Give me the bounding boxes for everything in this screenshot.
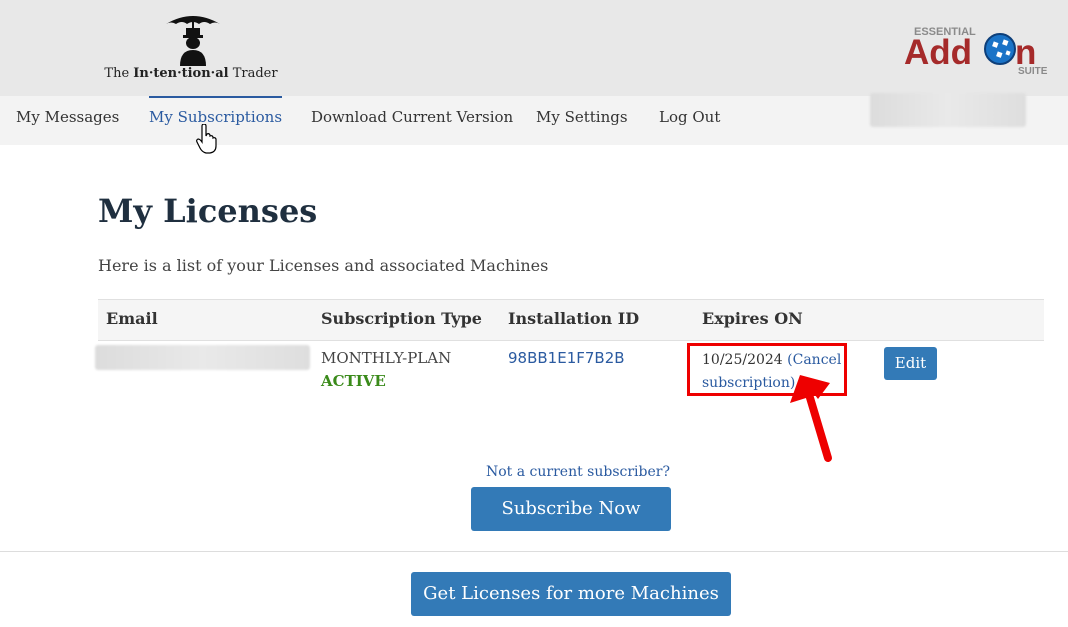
redacted-email — [95, 345, 310, 370]
subscription-plan: MONTHLY-PLAN — [321, 349, 452, 367]
addon-bottom-text: SUITE — [1018, 66, 1048, 77]
hand-pointer-icon — [196, 124, 217, 154]
page-subtitle: Here is a list of your Licenses and asso… — [98, 256, 549, 275]
licenses-table-header: Email Subscription Type Installation ID … — [98, 299, 1044, 341]
logo-prefix: The — [104, 66, 134, 81]
col-subscription-type: Subscription Type — [321, 309, 482, 328]
essential-addon-suite-logo[interactable]: ESSENTIAL Add n SUITE — [900, 22, 1048, 80]
not-subscriber-link[interactable]: Not a current subscriber? — [486, 464, 670, 480]
installation-id-link[interactable]: 98BB1E1F7B2B — [508, 349, 625, 367]
status-badge: ACTIVE — [321, 372, 386, 390]
subscribe-now-button[interactable]: Subscribe Now — [471, 487, 671, 531]
redacted-user-info — [870, 93, 1026, 127]
nav-my-settings[interactable]: My Settings — [536, 96, 628, 145]
col-expires-on: Expires ON — [702, 309, 803, 328]
umbrella-man-icon — [166, 16, 220, 66]
edit-button[interactable]: Edit — [884, 347, 937, 380]
page-title: My Licenses — [98, 192, 318, 230]
nav-my-messages[interactable]: My Messages — [16, 96, 119, 145]
nav-log-out[interactable]: Log Out — [659, 96, 720, 145]
divider — [0, 551, 1068, 552]
header: The In·ten·tion·al Trader ESSENTIAL Add … — [0, 0, 1068, 96]
nav-download-current-version[interactable]: Download Current Version — [311, 96, 513, 145]
main-nav: My Messages My Subscriptions Download Cu… — [0, 93, 1068, 145]
red-arrow-annotation — [790, 375, 832, 462]
addon-main-text-a: Add — [904, 33, 972, 72]
logo-bold: In·ten·tion·al — [133, 66, 229, 81]
col-installation-id: Installation ID — [508, 309, 640, 328]
get-more-licenses-button[interactable]: Get Licenses for more Machines — [411, 572, 731, 616]
logo-text: The In·ten·tion·al Trader — [100, 66, 282, 81]
intentional-trader-logo[interactable]: The In·ten·tion·al Trader — [100, 10, 282, 82]
addon-logo-graphic: ESSENTIAL Add n SUITE — [904, 26, 1048, 77]
col-email: Email — [106, 309, 158, 328]
logo-suffix: Trader — [228, 66, 278, 81]
